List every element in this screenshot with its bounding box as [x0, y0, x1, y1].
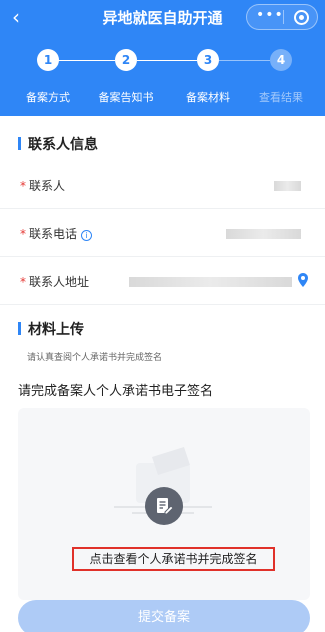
step-line-3-4	[219, 60, 270, 61]
nav-bar: ‹ 异地就医自助开通 •••	[0, 0, 325, 36]
contact-address-row[interactable]: * 联系人地址	[0, 257, 325, 305]
info-icon[interactable]: i	[81, 230, 93, 241]
materials-hint: 请认真查阅个人承诺书并完成签名	[27, 353, 163, 363]
contact-phone-value[interactable]	[226, 229, 301, 239]
submit-button[interactable]: 提交备案	[18, 600, 310, 632]
required-mark: *	[20, 227, 26, 241]
step-circle-1: 1	[37, 49, 59, 71]
progress-steps: 1 2 3 4 备案方式 备案告知书 备案材料 查看结果	[0, 45, 325, 105]
step-circle-4: 4	[270, 49, 292, 71]
contact-phone-row[interactable]: * 联系电话 i	[0, 209, 325, 257]
step-label-1: 备案方式	[26, 91, 70, 104]
form-card: 联系人信息 * 联系人 * 联系电话 i * 联系人地址 材料上传 请认真查阅个人承诺书…	[0, 116, 325, 632]
sign-title: 请完成备案人个人承诺书电子签名	[18, 384, 214, 399]
signature-upload-area[interactable]: 点击查看个人承诺书并完成签名	[18, 408, 310, 600]
materials-section-title: 材料上传	[18, 319, 84, 339]
contact-address-label: * 联系人地址	[20, 275, 90, 289]
contact-name-value[interactable]	[274, 181, 301, 191]
contact-address-value[interactable]	[129, 277, 292, 287]
more-dots-icon[interactable]: •••	[256, 7, 284, 23]
capsule-divider	[283, 10, 284, 24]
step-line-2-3	[137, 60, 197, 61]
edit-document-icon	[145, 487, 183, 525]
contact-name-label: * 联系人	[20, 179, 66, 193]
step-label-2: 备案告知书	[98, 91, 154, 104]
contact-name-row[interactable]: * 联系人	[0, 161, 325, 209]
mini-program-capsule: •••	[246, 4, 318, 30]
header-bar: ‹ 异地就医自助开通 ••• 1 2 3 4 备案方式 备案告知书 备案材料 查…	[0, 0, 325, 116]
location-pin-icon[interactable]	[298, 273, 308, 287]
section-marker	[18, 137, 21, 150]
step-label-4: 查看结果	[259, 91, 303, 104]
target-icon[interactable]	[294, 10, 309, 25]
section-marker	[18, 322, 21, 335]
step-label-3: 备案材料	[186, 91, 230, 104]
step-circle-2: 2	[115, 49, 137, 71]
contact-phone-label: * 联系电话 i	[20, 225, 93, 242]
required-mark: *	[20, 179, 26, 193]
required-mark: *	[20, 275, 26, 289]
contact-section-title: 联系人信息	[18, 134, 98, 154]
step-circle-3: 3	[197, 49, 219, 71]
view-promise-sign-link[interactable]: 点击查看个人承诺书并完成签名	[72, 547, 275, 571]
